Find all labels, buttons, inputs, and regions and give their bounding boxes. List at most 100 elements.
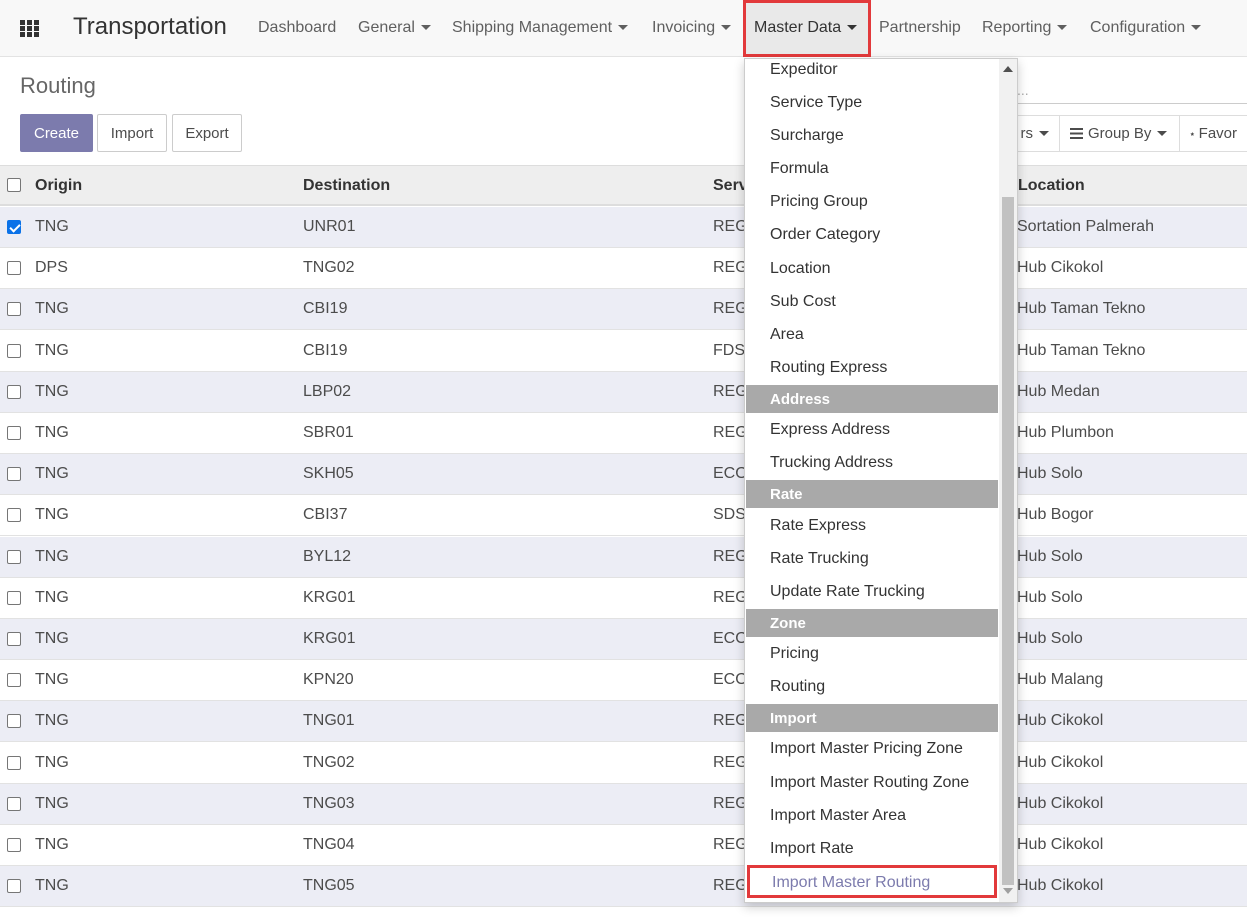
dropdown-item-pricing-group[interactable]: Pricing Group bbox=[770, 193, 868, 211]
table-row[interactable]: TNG LBP02 REG Hub Medan bbox=[0, 371, 1247, 413]
apps-grid-icon[interactable] bbox=[20, 20, 40, 38]
table-row[interactable]: TNG SKH05 ECO Hub Solo bbox=[0, 454, 1247, 496]
scrollbar-thumb[interactable] bbox=[1002, 197, 1014, 885]
column-header-location[interactable]: Location bbox=[1018, 177, 1085, 195]
nav-dashboard[interactable]: Dashboard bbox=[258, 19, 336, 37]
dropdown-item-trucking-address[interactable]: Trucking Address bbox=[770, 454, 893, 472]
dropdown-item-update-rate-trucking[interactable]: Update Rate Trucking bbox=[770, 583, 925, 601]
dropdown-item-location[interactable]: Location bbox=[770, 260, 831, 278]
table-row[interactable]: TNG TNG05 REG Hub Cikokol bbox=[0, 866, 1247, 908]
create-button[interactable]: Create bbox=[20, 114, 93, 152]
dropdown-scrollbar[interactable] bbox=[999, 59, 1017, 902]
table-row[interactable]: DPS TNG02 REG Hub Cikokol bbox=[0, 248, 1247, 290]
nav-general[interactable]: General bbox=[358, 19, 431, 37]
table-row[interactable]: TNG UNR01 REG Sortation Palmerah bbox=[0, 207, 1247, 248]
nav-configuration[interactable]: Configuration bbox=[1090, 19, 1202, 37]
table-row[interactable]: TNG CBI19 FDS Hub Taman Tekno bbox=[0, 331, 1247, 372]
row-checkbox[interactable] bbox=[7, 632, 21, 646]
row-checkbox[interactable] bbox=[7, 714, 21, 729]
import-button[interactable]: Import bbox=[97, 114, 167, 152]
dropdown-item-routing[interactable]: Routing bbox=[770, 678, 825, 696]
dropdown-item-import-rate[interactable]: Import Rate bbox=[770, 840, 854, 858]
nav-master-data[interactable]: Master Data bbox=[743, 0, 871, 57]
cell-origin: TNG bbox=[35, 218, 69, 235]
row-checkbox[interactable] bbox=[7, 508, 21, 523]
select-all-checkbox[interactable] bbox=[7, 178, 21, 192]
dropdown-item-formula[interactable]: Formula bbox=[770, 160, 829, 178]
dropdown-item-express-address[interactable]: Express Address bbox=[770, 421, 890, 439]
cell-service: ECO bbox=[713, 630, 748, 647]
scroll-up-arrow-icon[interactable] bbox=[1003, 66, 1013, 72]
dropdown-item-expeditor[interactable]: Expeditor bbox=[770, 61, 838, 79]
table-row[interactable]: TNG CBI19 REG Hub Taman Tekno bbox=[0, 289, 1247, 331]
dropdown-item-surcharge[interactable]: Surcharge bbox=[770, 127, 844, 145]
dropdown-item-import-master-routing[interactable]: Import Master Routing bbox=[747, 865, 997, 898]
cell-destination: SBR01 bbox=[303, 424, 354, 441]
column-header-destination[interactable]: Destination bbox=[303, 177, 390, 195]
cell-origin: TNG bbox=[35, 712, 69, 730]
row-checkbox[interactable] bbox=[7, 838, 21, 852]
row-checkbox[interactable] bbox=[7, 549, 21, 564]
cell-service: ECO bbox=[713, 465, 748, 483]
row-checkbox[interactable] bbox=[7, 220, 21, 234]
table-row[interactable]: TNG TNG02 REG Hub Cikokol bbox=[0, 743, 1247, 784]
dropdown-item-import-master-routing-zone[interactable]: Import Master Routing Zone bbox=[770, 774, 969, 792]
cell-origin: DPS bbox=[35, 259, 68, 277]
table-row[interactable]: TNG KRG01 ECO Hub Solo bbox=[0, 619, 1247, 660]
cell-destination: KRG01 bbox=[303, 630, 356, 647]
cell-destination: KPN20 bbox=[303, 671, 354, 689]
row-checkbox[interactable] bbox=[7, 467, 21, 482]
scroll-down-arrow-icon[interactable] bbox=[1003, 888, 1013, 894]
row-checkbox[interactable] bbox=[7, 879, 21, 894]
cell-location: Hub Cikokol bbox=[1017, 712, 1104, 730]
master-data-dropdown: Expeditor Service Type Surcharge Formula Pri… bbox=[744, 58, 1018, 903]
dropdown-item-service-type[interactable]: Service Type bbox=[770, 94, 862, 112]
row-checkbox[interactable] bbox=[7, 590, 21, 605]
export-button[interactable]: Export bbox=[172, 114, 242, 152]
table-row[interactable]: TNG KRG01 REG Hub Solo bbox=[0, 578, 1247, 619]
row-checkbox[interactable] bbox=[7, 261, 21, 276]
table-header: Origin Destination Servi Location bbox=[0, 165, 1247, 206]
group-by-button[interactable]: Group By bbox=[1059, 115, 1179, 152]
nav-shipping-management[interactable]: Shipping Management bbox=[452, 19, 629, 37]
row-checkbox[interactable] bbox=[7, 755, 21, 770]
row-checkbox[interactable] bbox=[7, 302, 21, 317]
row-checkbox[interactable] bbox=[7, 384, 21, 399]
search-input[interactable]: ... bbox=[1005, 72, 1247, 104]
caret-down-icon bbox=[618, 25, 629, 31]
nav-reporting[interactable]: Reporting bbox=[982, 19, 1068, 37]
cell-location: Hub Taman Tekno bbox=[1017, 341, 1146, 359]
dropdown-item-pricing[interactable]: Pricing bbox=[770, 645, 819, 663]
dropdown-item-order-category[interactable]: Order Category bbox=[770, 226, 880, 244]
nav-partnership[interactable]: Partnership bbox=[879, 19, 961, 37]
table-row[interactable]: TNG TNG03 REG Hub Cikokol bbox=[0, 783, 1247, 825]
dropdown-item-import-master-pricing-zone[interactable]: Import Master Pricing Zone bbox=[770, 740, 963, 758]
dropdown-item-routing-express[interactable]: Routing Express bbox=[770, 359, 887, 377]
cell-location: Hub Taman Tekno bbox=[1017, 300, 1146, 318]
dropdown-item-rate-trucking[interactable]: Rate Trucking bbox=[770, 550, 869, 568]
cell-destination: TNG03 bbox=[303, 794, 355, 812]
table-row[interactable]: TNG TNG01 REG Hub Cikokol bbox=[0, 701, 1247, 743]
cell-location: Hub Medan bbox=[1017, 382, 1100, 400]
row-checkbox[interactable] bbox=[7, 796, 21, 811]
row-checkbox[interactable] bbox=[7, 673, 21, 688]
dropdown-item-import-master-area[interactable]: Import Master Area bbox=[770, 807, 906, 825]
table-row[interactable]: TNG SBR01 REG Hub Plumbon bbox=[0, 413, 1247, 454]
dropdown-item-rate-express[interactable]: Rate Express bbox=[770, 517, 866, 535]
cell-service: SDS bbox=[713, 506, 746, 524]
row-checkbox[interactable] bbox=[7, 343, 21, 358]
table-row[interactable]: TNG BYL12 REG Hub Solo bbox=[0, 536, 1247, 578]
dropdown-item-sub-cost[interactable]: Sub Cost bbox=[770, 293, 836, 311]
table-row[interactable]: TNG TNG04 REG Hub Cikokol bbox=[0, 825, 1247, 866]
column-header-origin[interactable]: Origin bbox=[35, 177, 82, 195]
dropdown-item-area[interactable]: Area bbox=[770, 326, 804, 344]
star-icon bbox=[1190, 131, 1195, 136]
favorites-button[interactable]: Favor bbox=[1179, 115, 1247, 152]
row-checkbox[interactable] bbox=[7, 426, 21, 440]
nav-invoicing[interactable]: Invoicing bbox=[652, 19, 732, 37]
cell-destination: TNG04 bbox=[303, 836, 355, 853]
table-row[interactable]: TNG KPN20 ECO Hub Malang bbox=[0, 660, 1247, 702]
cell-origin: TNG bbox=[35, 836, 69, 853]
table-row[interactable]: TNG CBI37 SDS Hub Bogor bbox=[0, 495, 1247, 537]
cell-destination: KRG01 bbox=[303, 588, 356, 606]
